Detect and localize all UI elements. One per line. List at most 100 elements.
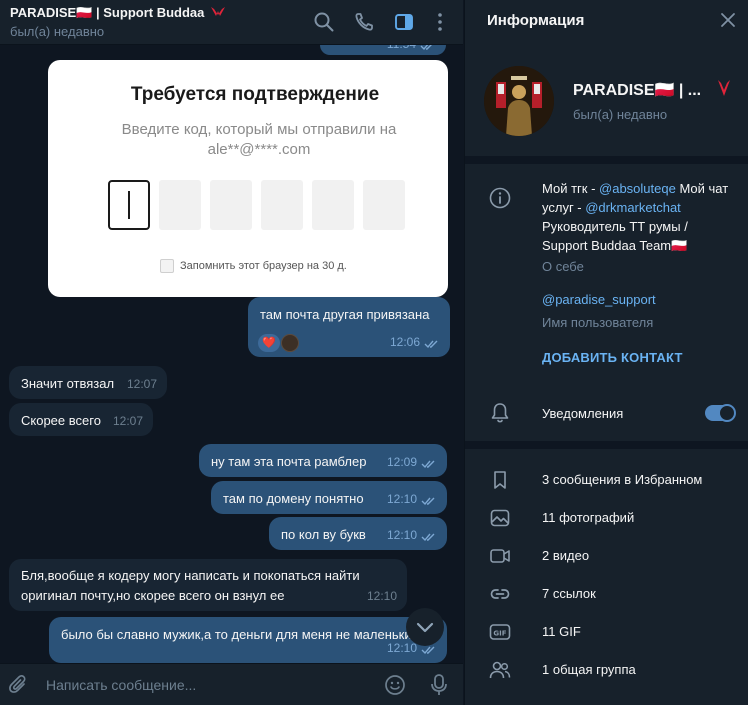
message-time: 12:10: [366, 589, 397, 603]
close-icon[interactable]: [720, 12, 736, 28]
message-time: 12:07: [112, 414, 143, 428]
media-label: 1 общая группа: [542, 662, 636, 677]
group-icon: [489, 661, 511, 679]
avatar[interactable]: [484, 66, 554, 136]
link-icon: [490, 589, 510, 599]
read-ticks-icon: [421, 497, 435, 506]
message-bubble[interactable]: там по домену понятно 12:10: [211, 481, 447, 514]
code-digit-box: [210, 180, 252, 230]
message-bubble[interactable]: там почта другая привязана ❤️ 12:06: [248, 297, 450, 357]
bell-icon: [491, 403, 509, 423]
message-bubble[interactable]: было бы славно мужик,а то деньги для мен…: [49, 617, 447, 663]
message-bubble[interactable]: Бля,вообще я кодеру могу написать и поко…: [9, 559, 407, 611]
sidebar-toggle-icon[interactable]: [393, 11, 415, 33]
code-digit-box: [108, 180, 150, 230]
code-digit-box: [312, 180, 354, 230]
message-time: 12:06: [389, 335, 420, 349]
media-label: 11 GIF: [542, 624, 581, 639]
read-ticks-icon: [421, 533, 435, 542]
paperclip-icon[interactable]: [8, 674, 30, 696]
message-list[interactable]: 11:54 Требуется подтверждение Введите ко…: [0, 45, 463, 663]
microphone-icon[interactable]: [428, 673, 450, 697]
chat-title[interactable]: PARADISE🇵🇱 | Support Buddaa: [10, 5, 226, 21]
scroll-down-button[interactable]: [406, 608, 444, 646]
chat-link[interactable]: @drkmarketchat: [585, 200, 681, 215]
info-icon: [489, 187, 511, 209]
gifs-row[interactable]: GIF 11 GIF: [465, 614, 748, 650]
photos-row[interactable]: 11 фотографий: [465, 500, 748, 536]
info-panel: Информация PARADISE🇵🇱 | ... был(а) недав…: [464, 0, 748, 705]
code-digit-box: [363, 180, 405, 230]
reaction-avatar: [281, 334, 299, 352]
message-text: было бы славно мужик,а то деньги для мен…: [61, 627, 419, 642]
read-ticks-icon: [420, 45, 432, 51]
media-label: 3 сообщения в Избранном: [542, 472, 703, 487]
phone-icon[interactable]: [353, 11, 375, 33]
message-text: Бля,вообще я кодеру могу написать и поко…: [21, 568, 360, 583]
heart-logo-icon: [718, 80, 730, 96]
message-text: там по домену понятно: [223, 491, 364, 506]
message-time: 11:54: [387, 45, 416, 53]
section-divider: [465, 441, 748, 449]
emoji-icon[interactable]: [384, 674, 406, 696]
read-ticks-icon: [424, 340, 438, 349]
message-bubble-partial[interactable]: 11:54: [320, 45, 446, 55]
contact-status: был(а) недавно: [573, 107, 668, 122]
reaction-heart[interactable]: ❤️: [258, 334, 280, 352]
section-divider: [465, 156, 748, 164]
heart-logo-icon: [211, 7, 225, 16]
message-bubble[interactable]: Значит отвязал 12:07: [9, 366, 167, 399]
remember-label: Запомнить этот браузер на 30 д.: [180, 260, 347, 272]
read-ticks-icon: [421, 460, 435, 469]
message-text: Значит отвязал: [21, 376, 115, 391]
message-bubble[interactable]: Скорее всего 12:07: [9, 403, 153, 436]
username-caption: Имя пользователя: [542, 315, 654, 330]
code-digit-box: [261, 180, 303, 230]
chevron-down-icon: [416, 622, 434, 633]
videos-row[interactable]: 2 видео: [465, 538, 748, 574]
photo-icon: [490, 509, 510, 527]
username-link[interactable]: @paradise_support: [542, 292, 656, 307]
add-contact-button[interactable]: ДОБАВИТЬ КОНТАКТ: [542, 350, 683, 365]
links-row[interactable]: 7 ссылок: [465, 576, 748, 612]
search-icon[interactable]: [313, 11, 335, 33]
more-options-icon[interactable]: [429, 11, 451, 33]
message-time: 12:09: [386, 455, 417, 469]
message-bubble[interactable]: по кол ву букв 12:10: [269, 517, 447, 550]
message-text: там почта другая привязана: [260, 307, 430, 322]
message-bubble[interactable]: ну там эта почта рамблер 12:09: [199, 444, 447, 477]
chat-header[interactable]: PARADISE🇵🇱 | Support Buddaa был(а) недав…: [0, 0, 463, 45]
image-message[interactable]: Требуется подтверждение Введите код, кот…: [48, 60, 448, 297]
confirm-title: Требуется подтверждение: [130, 84, 380, 105]
message-time: 12:10: [386, 528, 417, 542]
media-label: 2 видео: [542, 548, 590, 563]
chat-title-text: PARADISE🇵🇱 | Support Buddaa: [10, 5, 205, 20]
confirm-subtitle: Введите код, который мы отправили на ale…: [121, 121, 397, 158]
notifications-toggle[interactable]: [705, 404, 736, 422]
contact-name: PARADISE🇵🇱 | ...: [573, 82, 702, 99]
message-time: 12:10: [386, 492, 417, 506]
message-text: Скорее всего: [21, 413, 101, 428]
message-text-line2: оригинал почту,но скорее всего он взнул …: [21, 588, 285, 603]
message-text: по кол ву букв: [281, 527, 366, 542]
gif-icon: GIF: [489, 624, 511, 640]
read-ticks-icon: [421, 646, 435, 655]
video-icon: [490, 549, 510, 563]
saved-messages-row[interactable]: 3 сообщения в Избранном: [465, 462, 748, 498]
channel-link[interactable]: @absoluteqe: [599, 181, 676, 196]
media-label: 7 ссылок: [542, 586, 596, 601]
about-text: Мой тгк - @absoluteqe Мой чат услуг - @d…: [542, 181, 729, 253]
message-text: ну там эта почта рамблер: [211, 454, 367, 469]
message-time: 12:07: [126, 377, 157, 391]
groups-row[interactable]: 1 общая группа: [465, 652, 748, 688]
svg-text:GIF: GIF: [493, 630, 506, 638]
chat-panel: PARADISE🇵🇱 | Support Buddaa был(а) недав…: [0, 0, 463, 705]
message-composer: [0, 663, 463, 705]
message-input[interactable]: [46, 670, 366, 700]
notifications-label: Уведомления: [542, 406, 624, 421]
code-digit-box: [159, 180, 201, 230]
chat-status: был(а) недавно: [10, 24, 105, 39]
avatar-image: [484, 66, 554, 136]
media-label: 11 фотографий: [542, 510, 635, 525]
about-caption: О себе: [542, 259, 584, 274]
